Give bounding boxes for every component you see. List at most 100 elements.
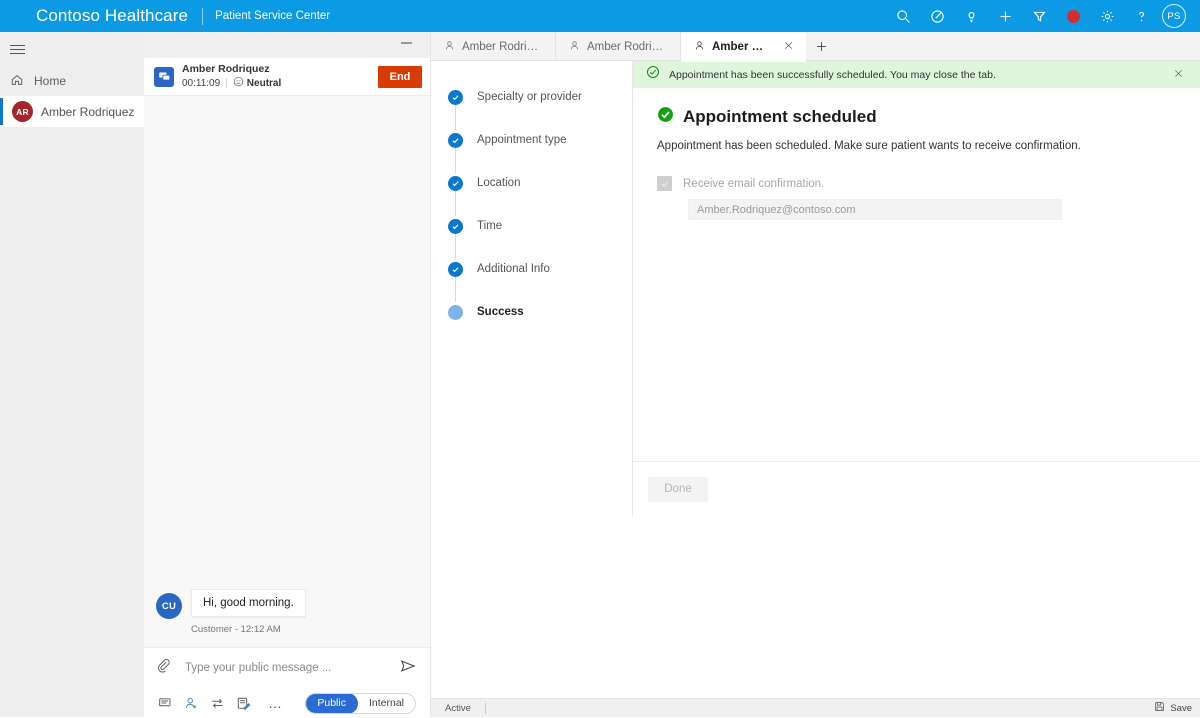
plus-icon[interactable]	[988, 0, 1022, 32]
tab-label: Amber Rodriquez	[587, 41, 666, 53]
menu-icon[interactable]	[0, 32, 144, 66]
message-visibility-toggle[interactable]: Public Internal	[305, 693, 416, 714]
step-success[interactable]: Success	[448, 302, 628, 345]
step-location[interactable]: Location	[448, 173, 628, 216]
transfer-icon[interactable]	[210, 696, 236, 711]
gear-icon[interactable]	[1090, 0, 1124, 32]
chat-message: CU Hi, good morning. Customer - 12:12 AM	[156, 589, 306, 635]
close-icon[interactable]	[783, 40, 794, 54]
work-area: Specialty or provider Appointment type L…	[431, 61, 1200, 717]
record-icon[interactable]	[1056, 0, 1090, 32]
app-header: Contoso Healthcare Patient Service Cente…	[0, 0, 1200, 32]
panel-description: Appointment has been scheduled. Make sur…	[657, 140, 1176, 152]
user-avatar[interactable]: PS	[1162, 4, 1186, 28]
tab-amber-rodriquez-2[interactable]: Amber Rodriquez	[556, 32, 681, 61]
tab-label: Amber Rodriquez	[712, 41, 768, 53]
toggle-option-public[interactable]: Public	[305, 693, 358, 714]
sidebar-item-home[interactable]: Home	[0, 66, 144, 96]
neutral-face-icon	[233, 76, 244, 91]
end-conversation-button[interactable]: End	[378, 66, 422, 88]
toggle-option-internal[interactable]: Internal	[358, 694, 415, 713]
step-appointment-type[interactable]: Appointment type	[448, 130, 628, 173]
filter-icon[interactable]	[1022, 0, 1056, 32]
email-confirmation-row: Receive email confirmation.	[657, 176, 1176, 191]
more-options-icon[interactable]: …	[268, 695, 283, 711]
chat-meta-separator: |	[225, 77, 228, 90]
chat-composer-input-row: Type your public message ...	[144, 648, 430, 688]
add-participant-icon[interactable]	[184, 696, 210, 711]
tab-amber-rodriquez-1[interactable]: Amber Rodriquez	[431, 32, 556, 61]
person-icon	[444, 40, 455, 54]
step-connector	[455, 105, 456, 130]
check-circle-filled-icon	[657, 106, 674, 128]
success-banner-text: Appointment has been successfully schedu…	[669, 69, 1173, 81]
chat-message-input[interactable]: Type your public message ...	[185, 662, 400, 674]
step-complete-icon	[448, 90, 463, 105]
success-banner: Appointment has been successfully schedu…	[633, 61, 1200, 88]
step-complete-icon	[448, 176, 463, 191]
chat-message-list: CU Hi, good morning. Customer - 12:12 AM	[144, 96, 430, 647]
appointment-success-panel: Appointment has been successfully schedu…	[632, 61, 1200, 516]
main-region: Amber Rodriquez Amber Rodriquez Amber Ro…	[431, 32, 1200, 717]
chat-sentiment-label: Neutral	[247, 77, 281, 90]
panel-footer: Done	[633, 461, 1200, 516]
step-time[interactable]: Time	[448, 216, 628, 259]
home-icon	[10, 73, 24, 90]
step-current-icon	[448, 305, 463, 320]
step-connector	[455, 148, 456, 173]
done-button[interactable]: Done	[648, 477, 708, 502]
lightbulb-icon[interactable]	[954, 0, 988, 32]
save-label: Save	[1170, 703, 1192, 714]
tab-strip: Amber Rodriquez Amber Rodriquez Amber Ro…	[431, 32, 1200, 61]
app-subtitle: Patient Service Center	[215, 10, 330, 22]
avatar: AR	[12, 101, 33, 122]
chat-panel: Amber Rodriquez 00:11:09 | Neutral End C…	[144, 32, 431, 717]
chat-session-substatus: 00:11:09 | Neutral	[182, 76, 378, 91]
receive-email-confirmation-checkbox	[657, 176, 672, 191]
person-icon	[569, 40, 580, 54]
status-text: Active	[445, 703, 471, 714]
paperclip-icon[interactable]	[156, 658, 171, 678]
close-icon[interactable]	[1173, 68, 1190, 82]
assistant-icon[interactable]	[920, 0, 954, 32]
help-icon[interactable]	[1124, 0, 1158, 32]
step-connector	[455, 191, 456, 216]
chat-timer: 00:11:09	[182, 77, 220, 90]
new-tab-button[interactable]	[806, 32, 836, 61]
search-icon[interactable]	[886, 0, 920, 32]
quick-reply-icon[interactable]	[158, 696, 184, 711]
notes-icon[interactable]	[236, 696, 262, 711]
status-bar: Active Save	[431, 698, 1200, 717]
chat-icon	[154, 67, 174, 87]
chat-customer-name: Amber Rodriquez	[182, 63, 378, 76]
save-button[interactable]: Save	[1154, 701, 1192, 715]
sidebar-item-amber-rodriquez[interactable]: AR Amber Rodriquez	[0, 96, 144, 127]
step-complete-icon	[448, 133, 463, 148]
step-label: Time	[477, 220, 502, 232]
sidebar: Home AR Amber Rodriquez	[0, 32, 144, 717]
person-icon	[694, 40, 705, 54]
save-icon	[1154, 701, 1165, 715]
hamburger-bars	[10, 42, 25, 57]
send-icon[interactable]	[400, 658, 416, 679]
step-specialty-or-provider[interactable]: Specialty or provider	[448, 87, 628, 130]
step-label: Success	[477, 306, 524, 318]
check-circle-outline-icon	[646, 65, 660, 84]
step-connector	[455, 234, 456, 259]
chat-composer-tools: … Public Internal	[144, 688, 430, 718]
sidebar-item-label: Amber Rodriquez	[41, 105, 134, 119]
step-complete-icon	[448, 219, 463, 234]
tab-amber-rodriquez-3[interactable]: Amber Rodriquez	[681, 32, 806, 61]
app-brand: Contoso Healthcare	[36, 6, 188, 26]
chat-message-body: Hi, good morning. Customer - 12:12 AM	[191, 589, 306, 635]
header-divider	[202, 8, 203, 25]
chat-panel-topbar	[144, 32, 430, 58]
step-additional-info[interactable]: Additional Info	[448, 259, 628, 302]
appointment-stepper: Specialty or provider Appointment type L…	[448, 87, 628, 345]
panel-body: Appointment scheduled Appointment has be…	[633, 88, 1200, 220]
email-field: Amber.Rodriquez@contoso.com	[688, 199, 1062, 220]
tab-label: Amber Rodriquez	[462, 41, 541, 53]
chat-message-text: Hi, good morning.	[191, 589, 306, 617]
minimize-icon[interactable]	[401, 41, 412, 44]
chat-composer: Type your public message ...	[144, 647, 430, 717]
